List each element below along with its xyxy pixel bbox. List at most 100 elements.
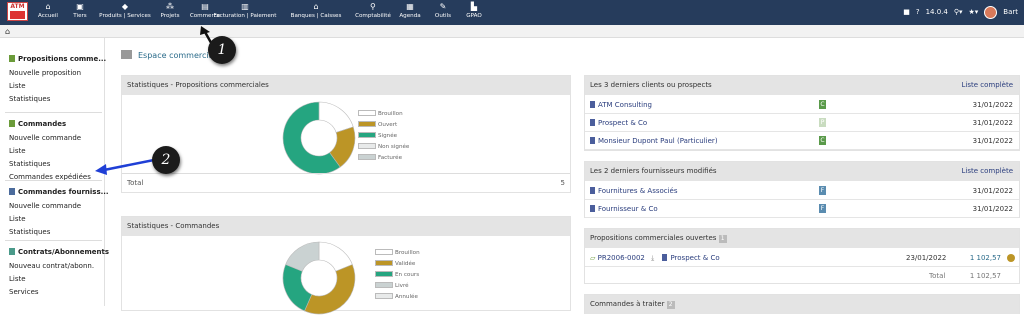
menu-item-comptabilit-[interactable]: ⚲ Comptabilité	[355, 0, 391, 25]
briefcase-icon	[121, 50, 132, 59]
donut-slice-en-cours[interactable]	[282, 264, 313, 312]
print-icon[interactable]: ■	[903, 8, 910, 16]
bookmark-icon[interactable]: ★▾	[968, 8, 978, 16]
building-icon: ▣	[76, 2, 84, 11]
sidebar-item[interactable]: Liste	[9, 147, 26, 155]
sidebar-section-title[interactable]: Commandes fourniss...	[9, 188, 109, 196]
stats-proposals-box: Statistiques - Propositions commerciales…	[121, 75, 571, 193]
legend-item: Facturée	[358, 154, 402, 161]
breadcrumb-bar: ⌂	[0, 25, 1024, 38]
download-icon[interactable]: ⤓	[651, 254, 654, 262]
sidebar-item[interactable]: Services	[9, 288, 39, 296]
section-title-text: Contrats/Abonnements	[18, 248, 110, 256]
legend-swatch	[358, 143, 376, 149]
type-badge: C	[819, 100, 826, 109]
proposals-donut-chart	[282, 101, 356, 175]
menu-item-label: Accueil	[38, 13, 58, 19]
menu-item-tiers[interactable]: ▣ Tiers	[73, 0, 86, 25]
legend-item: Signée	[358, 132, 397, 139]
menu-item-label: Facturation | Paiement	[213, 13, 277, 19]
menu-item-label: Tiers	[73, 13, 87, 19]
legend-label: Non signée	[378, 144, 410, 150]
donut-slice-valid-e[interactable]	[304, 264, 356, 315]
thirdparty-name[interactable]: Fournitures & Associés	[598, 187, 678, 195]
table-row[interactable]: Fournitures & Associés F 31/01/2022	[585, 182, 1019, 200]
avatar[interactable]	[984, 5, 998, 19]
sidebar-item[interactable]: Nouvelle commande	[9, 202, 81, 210]
search-icon[interactable]: ⚲▾	[954, 8, 963, 16]
menu-item-gpao[interactable]: ▙ GPAO	[466, 0, 481, 25]
type-badge: F	[819, 204, 826, 213]
user-tools: ■ ? 14.0.4 ⚲▾ ★▾ Bart	[903, 4, 1018, 20]
box-header-text: Les 2 derniers fournisseurs modifiés	[590, 167, 717, 175]
menu-item-label: Banques | Caisses	[290, 13, 342, 19]
sidebar-item[interactable]: Liste	[9, 82, 26, 90]
cube-icon: ◆	[121, 2, 129, 11]
menu-item-label: Projets	[160, 13, 180, 19]
menu-item-facturation-paiement[interactable]: ▥ Facturation | Paiement	[213, 0, 276, 25]
donut-slice-brouillon[interactable]	[318, 101, 354, 133]
menu-item-banques-caisses[interactable]: ⌂ Banques | Caisses	[291, 0, 342, 25]
box-header-text: Propositions commerciales ouvertes	[590, 234, 717, 242]
sidebar-separator	[5, 180, 102, 181]
legend-swatch	[358, 110, 376, 116]
building-icon	[590, 205, 595, 212]
legend-item: Livré	[375, 282, 409, 289]
table-row[interactable]: Prospect & Co P 31/01/2022	[585, 114, 1019, 132]
full-list-link[interactable]: Liste complète	[962, 162, 1013, 181]
sidebar-item[interactable]: Nouveau contrat/abonn.	[9, 262, 94, 270]
left-sidebar: Propositions comme... Nouvelle propositio…	[0, 38, 109, 306]
table-row[interactable]: Monsieur Dupont Paul (Particulier) C 31/01…	[585, 132, 1019, 150]
legend-label: Facturée	[378, 155, 403, 161]
building-icon	[590, 119, 595, 126]
legend-swatch	[358, 121, 376, 127]
sidebar-item[interactable]: Statistiques	[9, 95, 50, 103]
bank-icon: ⌂	[313, 2, 319, 11]
home-icon[interactable]: ⌂	[5, 27, 10, 36]
company-logo[interactable]: ATM	[7, 2, 28, 21]
sidebar-item[interactable]: Statistiques	[9, 228, 50, 236]
last-suppliers-box: Les 2 derniers fournisseurs modifiés List…	[584, 161, 1020, 218]
last-clients-box: Les 3 derniers clients ou prospects Liste…	[584, 75, 1020, 151]
modified-date: 31/01/2022	[972, 119, 1013, 127]
thirdparty-name[interactable]: Monsieur Dupont Paul (Particulier)	[598, 137, 718, 145]
menu-item-label: Outils	[434, 13, 452, 19]
sidebar-item[interactable]: Nouvelle commande	[9, 134, 81, 142]
proposal-thirdparty[interactable]: Prospect & Co	[670, 254, 719, 262]
proposal-ref[interactable]: PR2006-0002	[598, 254, 645, 262]
user-name[interactable]: Bart	[1003, 8, 1018, 16]
type-badge: F	[819, 186, 826, 195]
table-row[interactable]: Fournisseur & Co F 31/01/2022	[585, 200, 1019, 218]
thirdparty-icon	[662, 254, 668, 261]
sidebar-item[interactable]: Statistiques	[9, 160, 50, 168]
menu-item-agenda[interactable]: ▦ Agenda	[399, 0, 420, 25]
menu-item-outils[interactable]: ✎ Outils	[435, 0, 451, 25]
sidebar-item[interactable]: Nouvelle proposition	[9, 69, 81, 77]
section-title-text: Commandes fourniss...	[18, 188, 109, 196]
table-row[interactable]: ▱ PR2006-0002 ⤓ Prospect & Co 23/01/2022…	[585, 249, 1019, 267]
orders-donut-chart	[282, 241, 356, 315]
page-title: Espace commercial	[121, 50, 216, 60]
thirdparty-name-cell: Monsieur Dupont Paul (Particulier)	[590, 137, 718, 145]
sidebar-item[interactable]: Liste	[9, 275, 26, 283]
menu-item-projets[interactable]: ⁂ Projets	[161, 0, 180, 25]
building-icon	[590, 137, 595, 144]
sidebar-section-title[interactable]: Commandes	[9, 120, 66, 128]
sidebar-section-title[interactable]: Contrats/Abonnements	[9, 248, 109, 256]
wrench-icon: ✎	[439, 2, 447, 11]
modified-date: 31/01/2022	[972, 205, 1013, 213]
help-icon[interactable]: ?	[916, 8, 920, 16]
sidebar-item[interactable]: Liste	[9, 215, 26, 223]
version-label: 14.0.4	[925, 8, 948, 16]
sidebar-section-title[interactable]: Propositions comme...	[9, 55, 106, 63]
full-list-link[interactable]: Liste complète	[962, 76, 1013, 95]
thirdparty-name[interactable]: ATM Consulting	[598, 101, 652, 109]
menu-item-accueil[interactable]: ⌂ Accueil	[38, 0, 58, 25]
table-row[interactable]: ATM Consulting C 31/01/2022	[585, 96, 1019, 114]
thirdparty-name[interactable]: Prospect & Co	[598, 119, 647, 127]
status-icon	[1007, 254, 1015, 262]
thirdparty-name[interactable]: Fournisseur & Co	[598, 205, 658, 213]
menu-item-produits-services[interactable]: ◆ Produits | Services	[99, 0, 151, 25]
legend-swatch	[375, 260, 393, 266]
total-value: 5	[560, 179, 565, 187]
